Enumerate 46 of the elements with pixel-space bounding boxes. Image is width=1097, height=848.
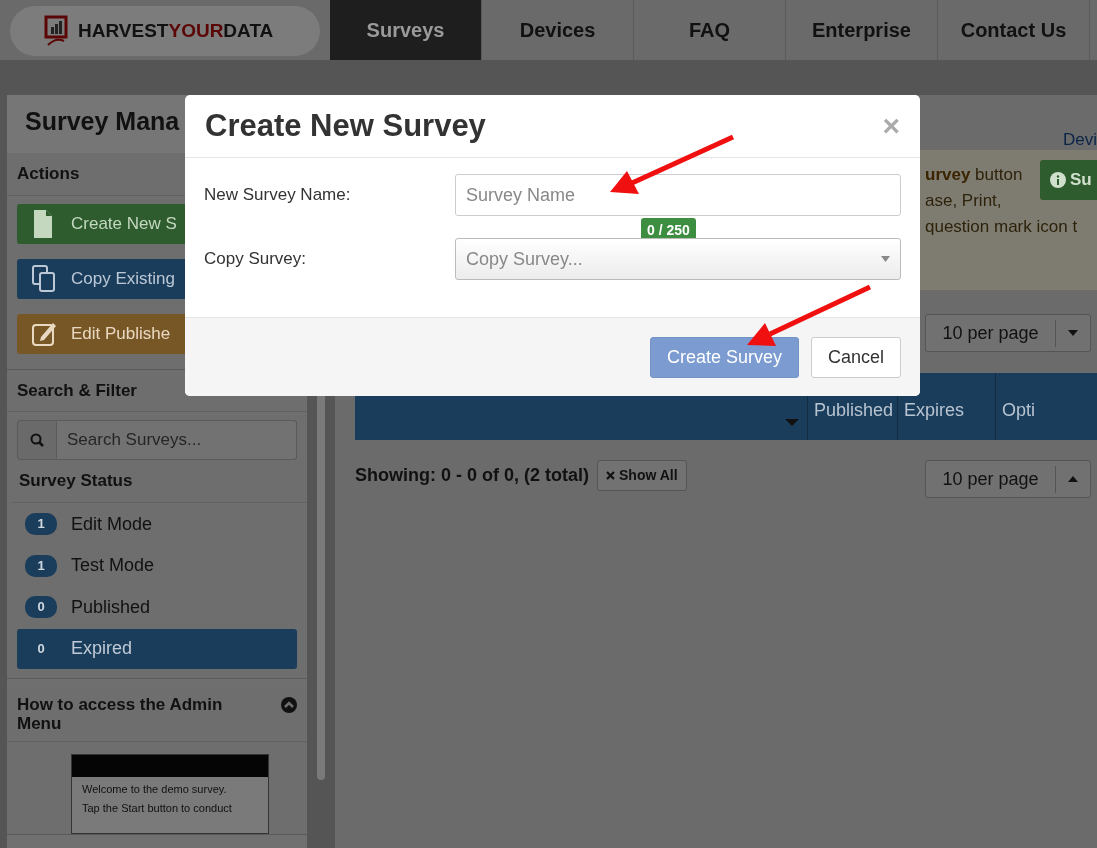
brand-logo[interactable]: HARVESTYOURDATA	[10, 6, 320, 56]
caret-down-icon	[881, 256, 890, 262]
alert-text: ase, Print,	[925, 190, 1002, 212]
search-button[interactable]	[17, 420, 57, 460]
caret-down-icon	[1068, 330, 1078, 336]
text-field[interactable]: Survey Name	[455, 174, 901, 216]
status-count: 0	[25, 596, 57, 618]
dropdown-field[interactable]: Copy Survey...	[455, 238, 901, 280]
section-heading: Survey Status	[11, 460, 307, 503]
alert-text: urvey button	[925, 164, 1023, 186]
search-icon	[30, 433, 44, 447]
section-heading: Search & Filter	[17, 379, 137, 402]
page-link[interactable]: Devi	[1063, 127, 1097, 153]
column-header[interactable]: Opti	[995, 373, 1055, 440]
info-icon	[1050, 172, 1066, 188]
close-icon	[606, 471, 615, 480]
status-filter-item[interactable]: 0 Published	[17, 587, 297, 627]
caret-up-icon	[1068, 476, 1078, 482]
dialog-button[interactable]: Create Survey	[649, 336, 799, 378]
sort-caret-icon	[785, 419, 799, 426]
status-label: Edit Mode	[71, 512, 153, 536]
nav-tab[interactable]: Surveys	[330, 0, 482, 60]
chevron-up-icon[interactable]	[281, 697, 297, 713]
search-field[interactable]: Search Surveys...	[57, 420, 297, 460]
status-count: 1	[25, 513, 57, 535]
status-filter-item[interactable]: 1 Test Mode	[17, 545, 297, 586]
status-label: Expired	[71, 637, 133, 660]
show-all-button[interactable]: Show All	[597, 460, 687, 491]
status-filter-item[interactable]: 0 Expired	[17, 628, 297, 669]
status-label: Published	[71, 595, 151, 619]
info-button[interactable]: Su	[1040, 160, 1097, 200]
brand-name: HARVESTYOURDATA	[78, 18, 274, 43]
status-label: Test Mode	[71, 554, 155, 577]
preview-text: Tap the Start button to conduct	[81, 801, 233, 815]
preview-text: Welcome to the demo survey.	[81, 782, 228, 796]
per-page-select[interactable]: 10 per page	[925, 314, 1091, 352]
bar-chart-icon	[44, 15, 68, 47]
alert-text: question mark icon t	[925, 216, 1078, 238]
per-page-select[interactable]: 10 per page	[925, 460, 1091, 498]
status-count: 1	[25, 554, 57, 577]
status-count: 0	[36, 639, 46, 658]
copy-icon	[31, 263, 57, 294]
section-heading: How to access the Admin Menu	[17, 695, 224, 733]
dialog-button[interactable]: Cancel	[810, 336, 901, 378]
status-filter-item[interactable]: 1 Edit Mode	[17, 504, 297, 544]
results-summary: Showing: 0 - 0 of 0, (2 total)	[355, 464, 589, 487]
